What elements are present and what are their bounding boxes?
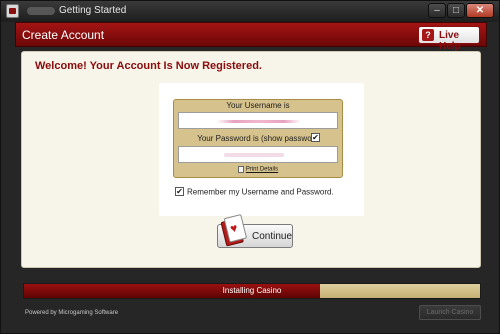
print-details-label: Print Details: [245, 166, 279, 173]
remember-label: Remember my Username and Password.: [187, 187, 334, 197]
launch-casino-button[interactable]: Launch Casino: [419, 305, 481, 320]
remember-row[interactable]: ✔ Remember my Username and Password.: [175, 187, 334, 197]
show-password-checkbox[interactable]: ✔: [311, 133, 320, 142]
password-field[interactable]: [178, 146, 338, 163]
content-panel: Welcome! Your Account Is Now Registered.…: [21, 51, 481, 268]
window-title: Getting Started: [59, 5, 127, 16]
install-progress-bar: Installing Casino: [23, 283, 481, 299]
account-details-panel: Your Username is Your Password is (show …: [159, 83, 364, 216]
password-redaction: [224, 153, 284, 157]
username-label: Your Username is: [226, 101, 290, 110]
minimize-button[interactable]: –: [428, 3, 446, 18]
welcome-heading: Welcome! Your Account Is Now Registered.: [35, 60, 262, 72]
help-icon: ?: [422, 29, 434, 41]
app-icon: [6, 4, 19, 18]
header-bar: Create Account ? Live Help: [15, 22, 487, 52]
continue-label: Continue: [252, 231, 293, 242]
username-field[interactable]: [178, 112, 338, 129]
close-button[interactable]: ✕: [466, 3, 494, 18]
title-redaction: [27, 7, 55, 15]
page-title: Create Account: [22, 28, 105, 42]
credentials-box: Your Username is Your Password is (show …: [173, 99, 343, 178]
remember-checkbox[interactable]: ✔: [175, 187, 184, 197]
username-redaction: [217, 120, 301, 123]
progress-label: Installing Casino: [222, 286, 282, 295]
maximize-button[interactable]: □: [447, 3, 465, 18]
live-help-label: Live Help: [439, 30, 461, 52]
print-icon: [237, 166, 244, 173]
installer-window: Getting Started – □ ✕ Create Account ? L…: [0, 0, 500, 334]
launch-casino-label: Launch Casino: [426, 309, 474, 316]
powered-by-text: Powered by Microgaming Software: [25, 310, 119, 316]
heart-icon: ♥: [228, 220, 239, 236]
print-details-link[interactable]: Print Details: [174, 166, 342, 173]
live-help-button[interactable]: ? Live Help: [418, 26, 480, 52]
title-bar[interactable]: Getting Started – □ ✕: [1, 1, 499, 22]
